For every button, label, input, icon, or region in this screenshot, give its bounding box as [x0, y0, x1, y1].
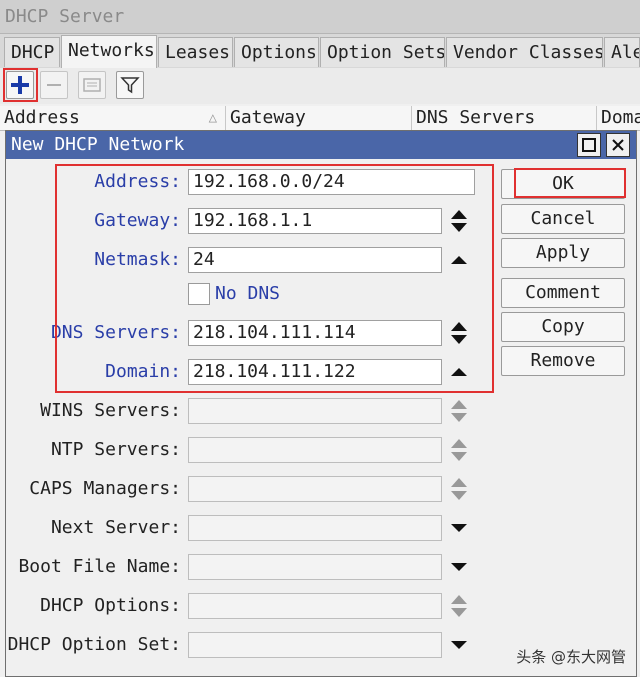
updown-arrow-icon[interactable]: [449, 320, 469, 346]
wins-servers-input[interactable]: [188, 398, 442, 424]
tab-networks[interactable]: Networks: [61, 35, 157, 68]
remove-toolbar-button[interactable]: [40, 71, 68, 99]
gateway-input[interactable]: 192.168.1.1: [188, 208, 442, 234]
filter-button[interactable]: [116, 71, 144, 99]
updown-arrow-icon[interactable]: [449, 437, 469, 463]
tab-bar: DHCP Networks Leases Options Option Sets…: [0, 34, 640, 69]
domain-label: Domain:: [105, 361, 181, 382]
maximize-icon: [582, 138, 596, 152]
close-button[interactable]: [606, 133, 630, 157]
watermark: 头条 @东大网管: [516, 648, 626, 666]
updown-arrow-icon[interactable]: [449, 208, 469, 234]
close-icon: [612, 139, 624, 151]
updown-arrow-icon[interactable]: [449, 593, 469, 619]
dns-servers-label: DNS Servers:: [50, 322, 181, 343]
dhcp-option-set-input[interactable]: [188, 632, 442, 658]
col-address[interactable]: Address △: [0, 106, 226, 130]
note-icon: [83, 78, 101, 92]
dhcp-option-set-label: DHCP Option Set:: [7, 634, 181, 655]
apply-button[interactable]: Apply: [501, 238, 625, 268]
copy-button[interactable]: Copy: [501, 312, 625, 342]
expand-arrow-icon[interactable]: [449, 632, 469, 658]
netmask-input[interactable]: 24: [188, 247, 442, 273]
dhcp-options-label: DHCP Options:: [40, 595, 181, 616]
col-gateway[interactable]: Gateway: [226, 106, 412, 130]
tab-leases[interactable]: Leases: [158, 37, 233, 67]
caps-managers-label: CAPS Managers:: [29, 478, 181, 499]
ntp-servers-label: NTP Servers:: [50, 439, 181, 460]
tab-vendor-classes[interactable]: Vendor Classes: [446, 37, 603, 67]
collapse-arrow-icon[interactable]: [449, 359, 469, 385]
plus-icon: [11, 76, 29, 94]
boot-file-name-input[interactable]: [188, 554, 442, 580]
remove-button[interactable]: Remove: [501, 346, 625, 376]
toolbar: [0, 68, 640, 104]
tab-options[interactable]: Options: [234, 37, 319, 67]
table-header: Address △ Gateway DNS Servers Doma: [0, 106, 640, 131]
tab-dhcp[interactable]: DHCP: [4, 37, 60, 67]
wins-servers-label: WINS Servers:: [40, 400, 181, 421]
collapse-arrow-icon[interactable]: [449, 247, 469, 273]
address-label: Address:: [94, 171, 181, 192]
col-dns-servers[interactable]: DNS Servers: [412, 106, 597, 130]
comment-toolbar-button[interactable]: [78, 71, 106, 99]
filter-icon: [120, 77, 140, 94]
col-address-label: Address: [4, 107, 80, 128]
dhcp-options-input[interactable]: [188, 593, 442, 619]
address-input[interactable]: 192.168.0.0/24: [188, 169, 475, 195]
expand-arrow-icon[interactable]: [449, 515, 469, 541]
gateway-label: Gateway:: [94, 210, 181, 231]
netmask-label: Netmask:: [94, 249, 181, 270]
col-domain[interactable]: Doma: [597, 106, 640, 130]
maximize-button[interactable]: [577, 133, 601, 157]
dns-servers-input[interactable]: 218.104.111.114: [188, 320, 442, 346]
ok-button[interactable]: OK: [501, 169, 625, 199]
updown-arrow-icon[interactable]: [449, 398, 469, 424]
window-title: DHCP Server: [0, 0, 640, 34]
no-dns-checkbox[interactable]: [188, 283, 210, 305]
updown-arrow-icon[interactable]: [449, 476, 469, 502]
ntp-servers-input[interactable]: [188, 437, 442, 463]
tab-alerts[interactable]: Ale: [604, 37, 640, 67]
domain-input[interactable]: 218.104.111.122: [188, 359, 442, 385]
comment-button[interactable]: Comment: [501, 278, 625, 308]
next-server-label: Next Server:: [50, 517, 181, 538]
tab-option-sets[interactable]: Option Sets: [320, 37, 445, 67]
sort-arrow-icon: △: [208, 110, 217, 126]
expand-arrow-icon[interactable]: [449, 554, 469, 580]
minus-icon: [47, 84, 61, 86]
new-dhcp-network-dialog: New DHCP Network Address: 192.168.0.0/24…: [5, 130, 637, 677]
no-dns-label: No DNS: [215, 283, 281, 304]
next-server-input[interactable]: [188, 515, 442, 541]
boot-file-name-label: Boot File Name:: [18, 556, 181, 577]
caps-managers-input[interactable]: [188, 476, 442, 502]
add-button[interactable]: [6, 71, 34, 99]
cancel-button[interactable]: Cancel: [501, 204, 625, 234]
dialog-title: New DHCP Network: [6, 131, 636, 159]
